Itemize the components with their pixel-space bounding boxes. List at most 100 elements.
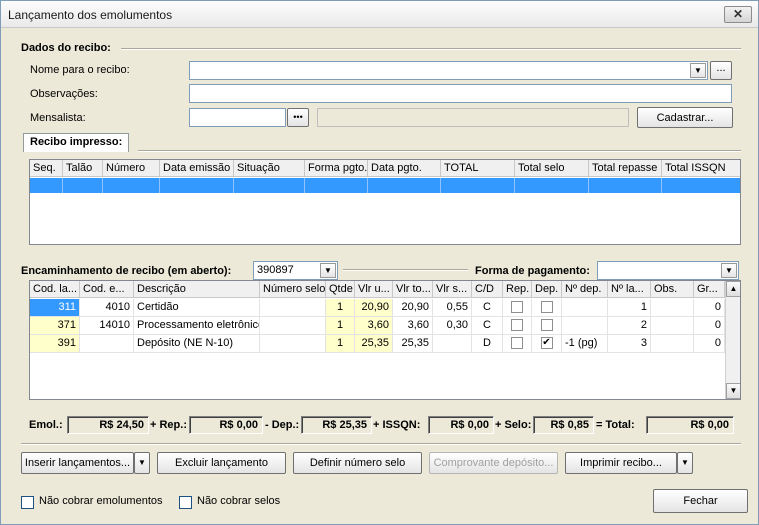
dep-checkbox[interactable] — [540, 301, 553, 314]
col-vlr-total[interactable]: Vlr to... — [393, 281, 433, 298]
cell-obs[interactable] — [651, 299, 694, 317]
col-cod-lanc[interactable]: Cod. la... — [30, 281, 80, 298]
close-button[interactable]: ✕ — [724, 6, 752, 23]
nome-ellipsis-button[interactable]: ... — [710, 61, 732, 80]
cell-vlr-total: 25,35 — [393, 335, 433, 353]
forma-pagamento-combobox[interactable]: ▼ — [597, 261, 739, 280]
rep-checkbox[interactable] — [511, 301, 523, 314]
cell-cod-e[interactable]: 4010 — [80, 299, 134, 317]
dep-checkbox-checked[interactable]: ✔ — [540, 337, 553, 350]
cell-numero-selo[interactable] — [260, 317, 326, 335]
col-total-selo[interactable]: Total selo — [515, 160, 589, 177]
cell-gr[interactable]: 0 — [694, 317, 725, 335]
cell-cd[interactable]: C — [472, 317, 503, 335]
rep-checkbox[interactable] — [511, 319, 523, 332]
cell-vlr-unit[interactable]: 25,35 — [355, 335, 393, 353]
cell-cod-e[interactable]: 14010 — [80, 317, 134, 335]
cell-cod-e[interactable] — [80, 335, 134, 353]
col-total[interactable]: TOTAL — [441, 160, 515, 177]
inserir-dropdown-button[interactable]: ▼ — [134, 452, 150, 474]
cell-vlr-unit[interactable]: 20,90 — [355, 299, 393, 317]
nao-cobrar-emolumentos-label: Não cobrar emolumentos — [39, 495, 163, 507]
encaminhamento-value: 390897 — [257, 264, 294, 276]
table-cell — [515, 178, 589, 193]
nome-dropdown-button[interactable]: ▼ — [690, 63, 706, 78]
cell-numero-selo[interactable] — [260, 335, 326, 353]
cell-vlr-selo: 0,30 — [433, 317, 472, 335]
selected-row[interactable] — [30, 178, 740, 193]
definir-numero-selo-button[interactable]: Definir número selo — [293, 452, 422, 474]
cell-qtde[interactable]: 1 — [326, 335, 355, 353]
cell-cod-lanc[interactable]: 391 — [30, 335, 80, 353]
vertical-scrollbar[interactable]: ▲ ▼ — [725, 281, 740, 399]
col-talao[interactable]: Talão — [63, 160, 103, 177]
cell-qtde[interactable]: 1 — [326, 299, 355, 317]
cell-qtde[interactable]: 1 — [326, 317, 355, 335]
col-gr[interactable]: Gr... — [694, 281, 725, 298]
inserir-lancamentos-button[interactable]: Inserir lançamentos... — [21, 452, 134, 474]
cell-descricao[interactable]: Certidão — [134, 299, 260, 317]
col-rep[interactable]: Rep. — [503, 281, 532, 298]
scroll-up-button[interactable]: ▲ — [726, 281, 740, 297]
col-situacao[interactable]: Situação — [234, 160, 305, 177]
col-cod-e[interactable]: Cod. e... — [80, 281, 134, 298]
col-cd[interactable]: C/D — [472, 281, 503, 298]
col-total-repasse[interactable]: Total repasse — [589, 160, 662, 177]
observacoes-input[interactable] — [189, 84, 732, 103]
window-title: Lançamento dos emolumentos — [8, 8, 173, 22]
nome-recibo-combobox[interactable]: ▼ — [189, 61, 708, 80]
excluir-lancamento-button[interactable]: Excluir lançamento — [157, 452, 286, 474]
cell-n-dep[interactable] — [562, 317, 608, 335]
fechar-button[interactable]: Fechar — [653, 489, 748, 513]
imprimir-dropdown-button[interactable]: ▼ — [677, 452, 693, 474]
forma-pagamento-dropdown-button[interactable]: ▼ — [721, 263, 737, 278]
cell-obs[interactable] — [651, 317, 694, 335]
cell-cod-lanc[interactable]: 311 — [30, 299, 80, 317]
cell-obs[interactable] — [651, 335, 694, 353]
cell-n-dep[interactable] — [562, 299, 608, 317]
col-data-pgto[interactable]: Data pgto. — [368, 160, 441, 177]
col-obs[interactable]: Obs. — [651, 281, 694, 298]
nao-cobrar-selos-checkbox[interactable] — [179, 496, 192, 509]
col-vlr-selo[interactable]: Vlr s... — [433, 281, 472, 298]
encaminhamento-dropdown-button[interactable]: ▼ — [320, 263, 336, 278]
col-total-issqn[interactable]: Total ISSQN — [662, 160, 740, 177]
col-dep[interactable]: Dep. — [532, 281, 562, 298]
col-qtde[interactable]: Qtde — [326, 281, 355, 298]
cell-vlr-selo — [433, 335, 472, 353]
cell-n-dep[interactable]: -1 (pg) — [562, 335, 608, 353]
mensalista-search-button[interactable]: ••• — [287, 108, 309, 127]
cell-cd[interactable]: C — [472, 299, 503, 317]
rep-checkbox[interactable] — [511, 337, 523, 350]
col-numero-selo[interactable]: Número selo — [260, 281, 326, 298]
col-n-dep[interactable]: Nº dep. — [562, 281, 608, 298]
col-seq[interactable]: Seq. — [30, 160, 63, 177]
comprovante-deposito-button[interactable]: Comprovante depósito... — [429, 452, 558, 474]
cell-vlr-unit[interactable]: 3,60 — [355, 317, 393, 335]
col-descricao[interactable]: Descrição — [134, 281, 260, 298]
tab-recibo-impresso[interactable]: Recibo impresso: — [23, 133, 130, 152]
mensalista-input[interactable] — [189, 108, 286, 127]
encaminhamento-combobox[interactable]: 390897 ▼ — [253, 261, 338, 280]
cell-descricao[interactable]: Depósito (NE N-10) — [134, 335, 260, 353]
col-vlr-unit[interactable]: Vlr u... — [355, 281, 393, 298]
recibo-impresso-grid[interactable]: Seq. Talão Número Data emissão Situação … — [29, 159, 741, 245]
col-numero[interactable]: Número — [103, 160, 160, 177]
dep-checkbox[interactable] — [540, 319, 553, 332]
more-dots-icon: ••• — [293, 112, 303, 122]
cell-gr[interactable]: 0 — [694, 335, 725, 353]
imprimir-recibo-button[interactable]: Imprimir recibo... — [565, 452, 677, 474]
cell-n-lanc: 3 — [608, 335, 651, 353]
col-data-emissao[interactable]: Data emissão — [160, 160, 234, 177]
scroll-down-button[interactable]: ▼ — [726, 383, 740, 399]
cell-descricao[interactable]: Processamento eletrônico — [134, 317, 260, 335]
col-forma-pgto[interactable]: Forma pgto. — [305, 160, 368, 177]
col-n-lanc[interactable]: Nº la... — [608, 281, 651, 298]
cell-cod-lanc[interactable]: 371 — [30, 317, 80, 335]
cell-numero-selo[interactable] — [260, 299, 326, 317]
cell-gr[interactable]: 0 — [694, 299, 725, 317]
cadastrar-button[interactable]: Cadastrar... — [637, 107, 733, 128]
nao-cobrar-emolumentos-checkbox[interactable] — [21, 496, 34, 509]
lancamentos-grid[interactable]: Cod. la... Cod. e... Descrição Número se… — [29, 280, 741, 400]
cell-cd[interactable]: D — [472, 335, 503, 353]
